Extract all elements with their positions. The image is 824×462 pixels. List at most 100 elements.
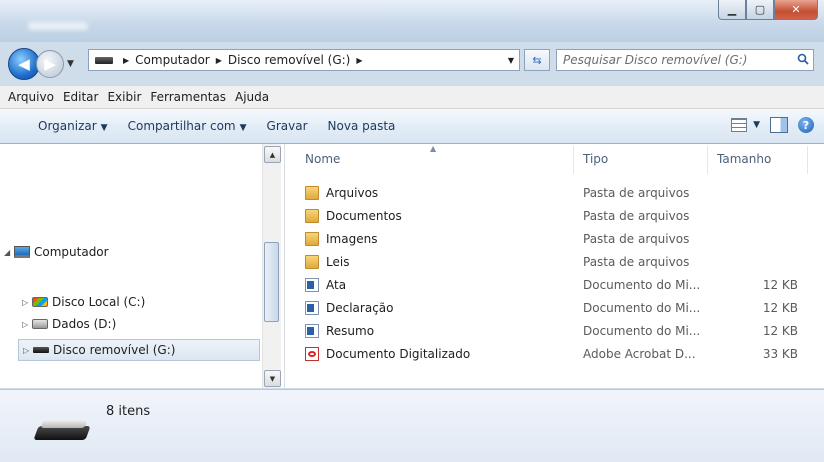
help-icon[interactable]: ? [798, 117, 814, 133]
column-header-size[interactable]: Tamanho [717, 144, 771, 174]
item-count: 8 itens [106, 404, 151, 419]
title-bar: ▁ ▢ ✕ [0, 0, 824, 42]
file-type: Adobe Acrobat D... [583, 347, 696, 361]
menu-ferramentas[interactable]: Ferramentas [150, 90, 226, 104]
file-size: 12 KB [762, 324, 798, 338]
usb-drive-icon [33, 420, 91, 442]
chevron-right-icon[interactable]: ▶ [123, 56, 129, 65]
tree-item-drive-g[interactable]: ▷ Disco removível (G:) [18, 339, 260, 361]
breadcrumb-removable-disk[interactable]: Disco removível (G:) [228, 53, 350, 67]
word-document-icon [305, 278, 319, 292]
file-name: Documentos [326, 209, 402, 223]
search-placeholder: Pesquisar Disco removível (G:) [563, 53, 748, 67]
file-row[interactable]: Documentos Pasta de arquivos [305, 205, 810, 227]
hard-drive-icon [32, 319, 48, 329]
column-divider[interactable] [707, 146, 708, 174]
folder-icon [305, 255, 319, 269]
tree-item-label: Disco removível (G:) [53, 343, 176, 357]
collapsed-triangle-icon[interactable]: ▷ [22, 320, 32, 329]
file-type: Pasta de arquivos [583, 255, 690, 269]
navigation-buttons: ◀ ▶ ▼ [8, 48, 74, 80]
new-folder-button[interactable]: Nova pasta [328, 119, 396, 133]
tree-item-label: Computador [34, 245, 109, 259]
details-pane: 8 itens [0, 389, 824, 462]
navigation-scrollbar[interactable]: ▲ ▼ [262, 144, 281, 388]
menu-editar[interactable]: Editar [63, 90, 99, 104]
folder-icon [305, 186, 319, 200]
breadcrumb-computer[interactable]: Computador [135, 53, 210, 67]
tree-item-computer[interactable]: ◢ Computador [4, 245, 109, 259]
collapsed-triangle-icon[interactable]: ▷ [23, 346, 33, 355]
minimize-icon[interactable]: ▁ [718, 0, 746, 20]
organize-label: Organizar [38, 119, 97, 133]
file-size: 33 KB [762, 347, 798, 361]
organize-button[interactable]: Organizar ▼ [38, 119, 108, 133]
burn-button[interactable]: Gravar [267, 119, 308, 133]
sort-ascending-icon: ▲ [430, 144, 437, 153]
scroll-down-icon[interactable]: ▼ [264, 370, 281, 387]
file-name: Resumo [326, 324, 375, 338]
pdf-document-icon [305, 347, 319, 361]
address-dropdown-icon[interactable]: ▼ [508, 56, 514, 65]
menu-bar: Arquivo Editar Exibir Ferramentas Ajuda [0, 86, 824, 109]
share-button[interactable]: Compartilhar com ▼ [128, 119, 247, 133]
view-options-dropdown-icon[interactable]: ▼ [753, 120, 760, 130]
chevron-right-icon[interactable]: ▶ [216, 56, 222, 65]
file-type: Pasta de arquivos [583, 186, 690, 200]
recent-pages-dropdown-icon[interactable]: ▼ [67, 59, 74, 69]
chevron-down-icon: ▼ [100, 123, 108, 133]
file-row[interactable]: Resumo Documento do Mi... 12 KB [305, 320, 810, 342]
usb-drive-icon [33, 347, 49, 353]
chevron-down-icon: ▼ [239, 123, 247, 133]
menu-arquivo[interactable]: Arquivo [8, 90, 54, 104]
file-row[interactable]: Declaração Documento do Mi... 12 KB [305, 297, 810, 319]
file-list: Nome ▲ Tipo Tamanho Arquivos Pasta de ar… [285, 144, 824, 388]
column-divider[interactable] [573, 146, 574, 174]
search-input[interactable]: Pesquisar Disco removível (G:) [556, 49, 814, 71]
file-row[interactable]: Leis Pasta de arquivos [305, 251, 810, 273]
file-name: Ata [326, 278, 347, 292]
word-document-icon [305, 301, 319, 315]
file-name: Arquivos [326, 186, 379, 200]
change-view-icon[interactable] [731, 118, 748, 132]
address-bar[interactable]: ▶ Computador ▶ Disco removível (G:) ▶ ▼ [88, 49, 520, 71]
file-name: Imagens [326, 232, 378, 246]
tree-item-drive-d[interactable]: ▷ Dados (D:) [22, 317, 116, 331]
view-controls: ▼ ? [731, 117, 814, 133]
file-type: Documento do Mi... [583, 324, 701, 338]
menu-ajuda[interactable]: Ajuda [235, 90, 269, 104]
maximize-icon[interactable]: ▢ [746, 0, 774, 20]
expanded-triangle-icon[interactable]: ◢ [4, 248, 14, 257]
file-row[interactable]: Ata Documento do Mi... 12 KB [305, 274, 810, 296]
chevron-right-icon[interactable]: ▶ [356, 56, 362, 65]
file-type: Documento do Mi... [583, 278, 701, 292]
column-header-type[interactable]: Tipo [583, 144, 608, 174]
file-size: 12 KB [762, 278, 798, 292]
column-divider[interactable] [807, 146, 808, 174]
search-icon[interactable] [797, 53, 809, 68]
share-label: Compartilhar com [127, 119, 236, 133]
file-row[interactable]: Arquivos Pasta de arquivos [305, 182, 810, 204]
collapsed-triangle-icon[interactable]: ▷ [22, 298, 32, 307]
tree-item-drive-c[interactable]: ▷ Disco Local (C:) [22, 295, 145, 309]
refresh-icon[interactable]: ⇆ [524, 49, 550, 71]
menu-exibir[interactable]: Exibir [107, 90, 141, 104]
forward-arrow-icon[interactable]: ▶ [36, 50, 64, 78]
folder-icon [305, 209, 319, 223]
scrollbar-thumb[interactable] [264, 242, 279, 322]
navigation-pane: ◢ Computador ▷ Disco Local (C:) ▷ Dados … [0, 144, 285, 388]
preview-pane-icon[interactable] [770, 117, 788, 133]
folder-icon [305, 232, 319, 246]
file-name: Leis [326, 255, 350, 269]
file-type: Pasta de arquivos [583, 209, 690, 223]
file-row[interactable]: Documento Digitalizado Adobe Acrobat D..… [305, 343, 810, 365]
close-icon[interactable]: ✕ [774, 0, 818, 20]
scroll-up-icon[interactable]: ▲ [264, 146, 281, 163]
file-name: Documento Digitalizado [326, 347, 471, 361]
file-row[interactable]: Imagens Pasta de arquivos [305, 228, 810, 250]
column-header-name[interactable]: Nome [305, 144, 340, 174]
file-size: 12 KB [762, 301, 798, 315]
tree-item-label: Disco Local (C:) [52, 295, 146, 309]
file-type: Pasta de arquivos [583, 232, 690, 246]
file-name: Declaração [326, 301, 394, 315]
